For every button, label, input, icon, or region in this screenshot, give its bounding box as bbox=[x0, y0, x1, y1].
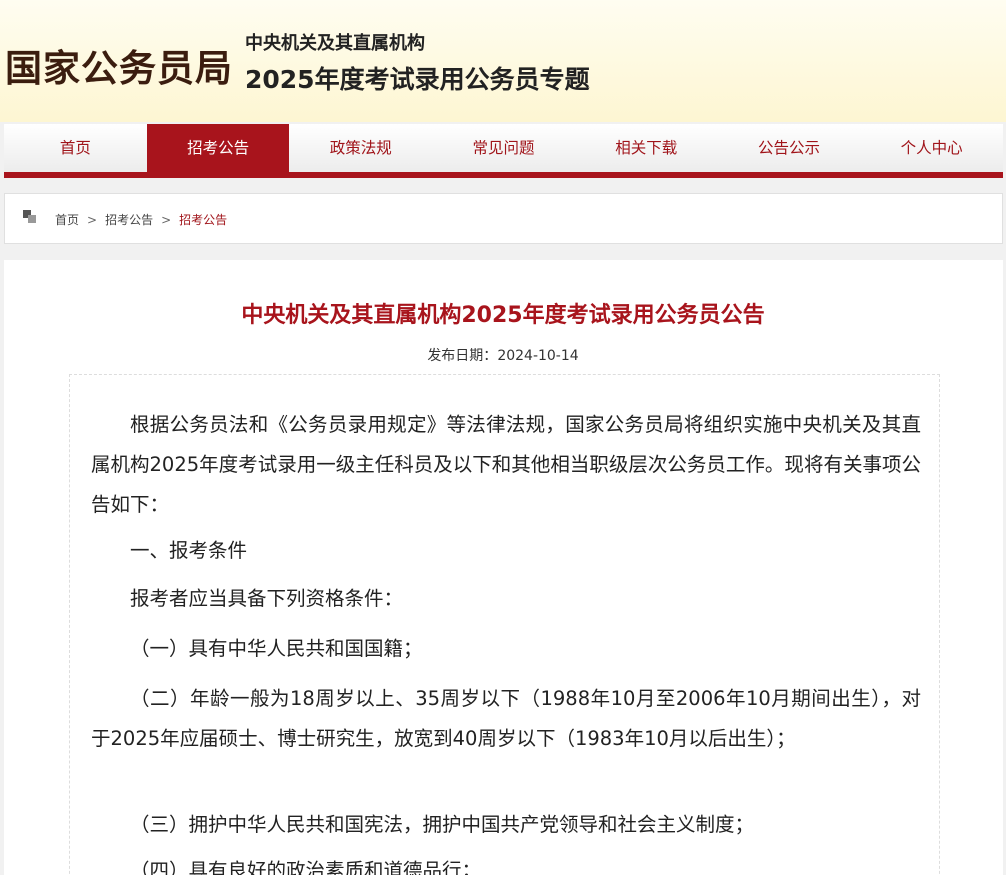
breadcrumb-current[interactable]: 招考公告 bbox=[179, 213, 227, 227]
nav-item-home[interactable]: 首页 bbox=[4, 124, 147, 172]
breadcrumb: 首页 > 招考公告 > 招考公告 bbox=[55, 211, 227, 228]
article-paragraph: （一）具有中华人民共和国国籍； bbox=[130, 637, 423, 660]
article-body: 根据公务员法和《公务员录用规定》等法律法规，国家公务员局将组织实施中央机关及其直… bbox=[69, 374, 940, 875]
topic-title: 2025年度考试录用公务员专题 bbox=[245, 65, 590, 94]
breadcrumb-separator: > bbox=[161, 213, 172, 227]
breadcrumb-bar: 首页 > 招考公告 > 招考公告 bbox=[4, 193, 1003, 244]
breadcrumb-separator: > bbox=[87, 213, 98, 227]
article-paragraph: （二）年龄一般为18周岁以上、35周岁以下（1988年10月至2006年10月期… bbox=[91, 687, 921, 750]
topic-subtitle: 中央机关及其直属机构 bbox=[245, 33, 425, 54]
site-header: 国家公务员局 中央机关及其直属机构 2025年度考试录用公务员专题 bbox=[0, 0, 1006, 122]
nav-item-recruitment-notices[interactable]: 招考公告 bbox=[146, 124, 290, 172]
nav-item-policies[interactable]: 政策法规 bbox=[289, 124, 432, 172]
nav-item-faq[interactable]: 常见问题 bbox=[432, 124, 575, 172]
nav-underline bbox=[4, 172, 1003, 178]
article-paragraph: （三）拥护中华人民共和国宪法，拥护中国共产党领导和社会主义制度； bbox=[130, 813, 755, 836]
breadcrumb-home[interactable]: 首页 bbox=[55, 213, 79, 227]
location-icon bbox=[23, 210, 37, 224]
section-heading: 一、报考条件 bbox=[130, 539, 248, 562]
site-logo[interactable]: 国家公务员局 bbox=[5, 38, 233, 92]
article-paragraph: （四）具有良好的政治素质和道德品行； bbox=[130, 859, 482, 875]
breadcrumb-recruitment[interactable]: 招考公告 bbox=[105, 213, 153, 227]
publish-date-value: 2024-10-14 bbox=[497, 348, 579, 364]
nav-item-downloads[interactable]: 相关下载 bbox=[575, 124, 718, 172]
article-paragraph: 根据公务员法和《公务员录用规定》等法律法规，国家公务员局将组织实施中央机关及其直… bbox=[91, 413, 921, 516]
publish-date: 发布日期：2024-10-14 bbox=[0, 345, 1006, 365]
nav-item-announcements[interactable]: 公告公示 bbox=[718, 124, 861, 172]
nav-item-personal-center[interactable]: 个人中心 bbox=[860, 124, 1003, 172]
article-title: 中央机关及其直属机构2025年度考试录用公务员公告 bbox=[241, 303, 765, 328]
main-nav: 首页 招考公告 政策法规 常见问题 相关下载 公告公示 个人中心 bbox=[4, 124, 1003, 172]
article-paragraph: 报考者应当具备下列资格条件： bbox=[130, 587, 404, 610]
publish-date-label: 发布日期： bbox=[427, 348, 498, 364]
